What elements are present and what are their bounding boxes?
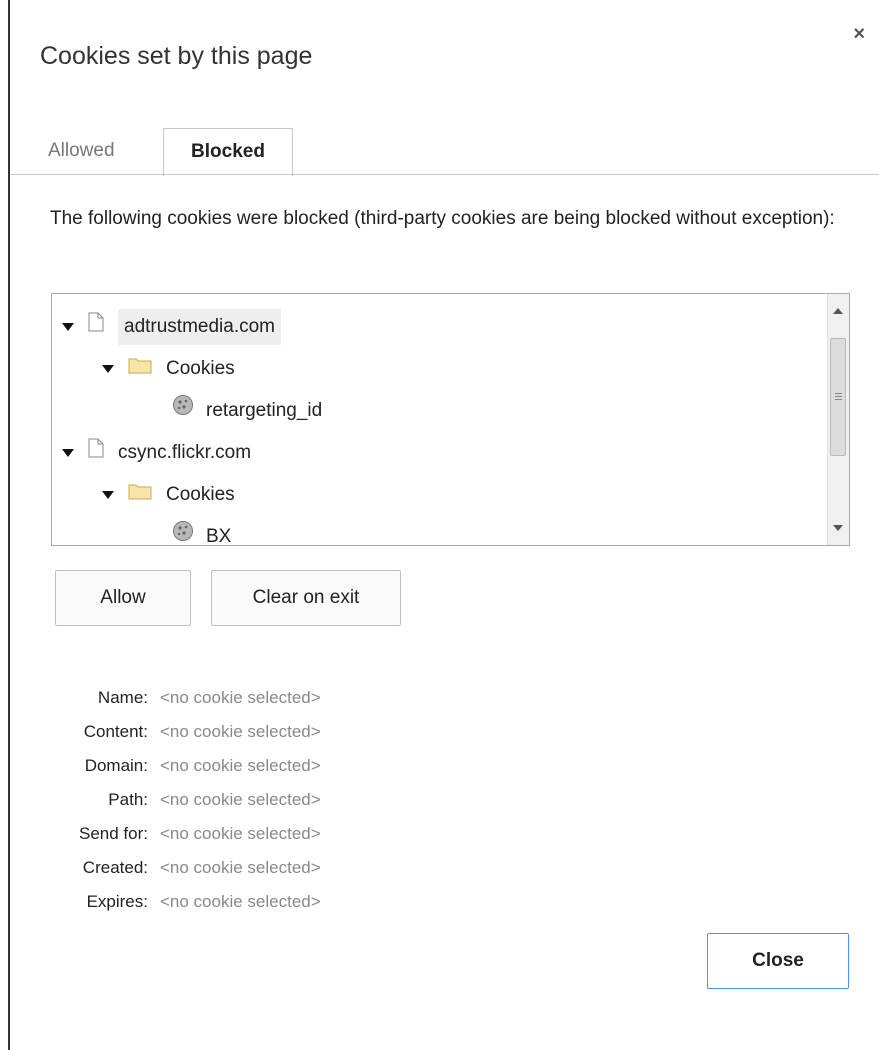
detail-value: <no cookie selected> [160, 756, 321, 775]
detail-value: <no cookie selected> [160, 722, 321, 741]
allow-button[interactable]: Allow [55, 570, 191, 626]
blocked-description: The following cookies were blocked (thir… [50, 208, 835, 229]
tree-item-cookie[interactable]: BX [172, 519, 232, 546]
tree-item-label: retargeting_id [206, 400, 323, 421]
cookie-tree[interactable]: adtrustmedia.com Cookies retargeting_id … [51, 293, 850, 546]
close-icon[interactable]: × [853, 24, 865, 44]
tree-item-cookie[interactable]: retargeting_id [172, 393, 322, 429]
detail-label: Send for: [79, 824, 148, 843]
folder-icon [128, 477, 152, 513]
tree-item-label: Cookies [166, 358, 235, 379]
detail-value: <no cookie selected> [160, 858, 321, 877]
scroll-up-icon[interactable] [833, 308, 843, 314]
detail-value: <no cookie selected> [160, 688, 321, 707]
detail-label: Expires: [86, 892, 148, 911]
expand-arrow-icon[interactable] [62, 323, 74, 331]
tree-item-label: adtrustmedia.com [118, 309, 282, 345]
tree-item-folder[interactable]: Cookies [102, 351, 235, 387]
detail-label: Name: [97, 688, 148, 707]
detail-value: <no cookie selected> [160, 892, 321, 911]
tab-blocked[interactable]: Blocked [163, 128, 293, 176]
scroll-down-icon[interactable] [833, 525, 843, 531]
expand-arrow-icon[interactable] [62, 449, 74, 457]
grip-line [835, 396, 842, 397]
detail-value: <no cookie selected> [160, 790, 321, 809]
grip-line [835, 399, 842, 400]
grip-line [835, 393, 842, 394]
cookies-dialog: Cookies set by this page × Allowed Block… [8, 0, 879, 1050]
detail-label: Path: [108, 790, 148, 809]
dialog-title: Cookies set by this page [40, 42, 313, 70]
detail-label: Created: [82, 858, 148, 877]
tab-allowed[interactable]: Allowed [40, 128, 121, 174]
tree-item-folder[interactable]: Cookies [102, 477, 235, 513]
expand-arrow-icon[interactable] [102, 491, 114, 499]
folder-icon [128, 351, 152, 387]
tree-item-label: csync.flickr.com [118, 442, 252, 463]
tree-item-site[interactable]: csync.flickr.com [62, 435, 251, 471]
detail-value: <no cookie selected> [160, 824, 321, 843]
file-icon [88, 435, 104, 471]
tabs-divider [10, 174, 879, 175]
file-icon [88, 309, 104, 345]
cookie-icon [172, 519, 194, 545]
cookie-icon [172, 393, 194, 429]
clear-on-exit-button[interactable]: Clear on exit [211, 570, 401, 626]
expand-arrow-icon[interactable] [102, 365, 114, 373]
tree-item-site[interactable]: adtrustmedia.com [62, 309, 282, 345]
tree-item-label: Cookies [166, 484, 235, 505]
detail-label: Content: [83, 722, 148, 741]
detail-label: Domain: [84, 756, 148, 775]
tree-scrollbar[interactable] [827, 294, 849, 545]
close-button[interactable]: Close [707, 933, 849, 989]
tree-item-label: BX [206, 526, 232, 546]
scroll-thumb[interactable] [830, 338, 846, 456]
